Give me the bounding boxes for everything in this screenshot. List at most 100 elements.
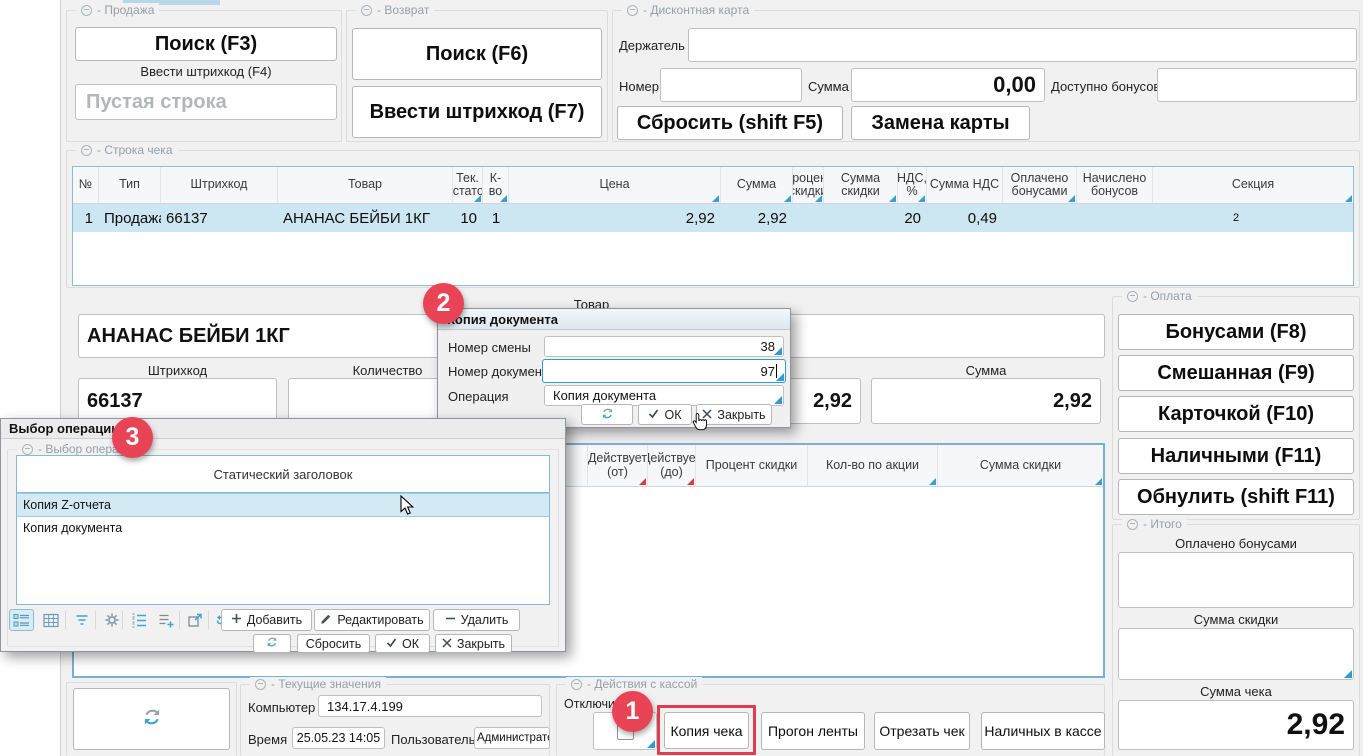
delete-button[interactable]: Удалить bbox=[433, 609, 520, 631]
card-amount-field[interactable]: 0,00 bbox=[851, 68, 1045, 102]
operation-label: Операция bbox=[448, 389, 509, 404]
col-header[interactable]: Штрихкод bbox=[161, 167, 278, 203]
group-cash-actions-title: Действия с кассой bbox=[566, 677, 702, 691]
col-header[interactable]: Оплачено бонусами bbox=[1003, 167, 1077, 203]
col-header[interactable]: Товар bbox=[278, 167, 453, 203]
group-total-title: Итого bbox=[1122, 517, 1187, 531]
card-replace-button[interactable]: Замена карты bbox=[851, 106, 1030, 140]
collapse-icon[interactable] bbox=[1127, 291, 1138, 302]
card-number-field[interactable] bbox=[660, 68, 802, 102]
pay-cash-button[interactable]: Наличными (F11) bbox=[1118, 438, 1354, 474]
minus-icon bbox=[445, 613, 456, 627]
step-badge-3: 3 bbox=[112, 417, 153, 458]
col-header[interactable]: Сумма bbox=[721, 167, 793, 203]
col-header[interactable]: Цена bbox=[509, 167, 721, 203]
col-header[interactable]: К-во bbox=[483, 167, 509, 203]
total-bonus-field[interactable] bbox=[1118, 552, 1354, 608]
dialog-close-button[interactable]: Закрыть bbox=[435, 634, 512, 653]
total-sum-field[interactable]: 2,92 bbox=[1118, 700, 1354, 750]
item-barcode-label: Штрихкод bbox=[78, 363, 277, 378]
col-header[interactable]: № bbox=[73, 167, 99, 203]
col-header[interactable]: Секция bbox=[1153, 167, 1353, 203]
settings-gear-icon[interactable] bbox=[99, 609, 124, 631]
toolbar-separator bbox=[95, 611, 96, 629]
close-icon bbox=[442, 637, 452, 651]
user-field[interactable]: Администратор bbox=[474, 727, 550, 749]
item-sum-field[interactable]: 2,92 bbox=[871, 378, 1101, 424]
dialog-ok-button[interactable]: ОК bbox=[375, 634, 430, 653]
open-external-icon[interactable] bbox=[182, 609, 207, 631]
item-sum-label: Сумма bbox=[871, 363, 1101, 378]
card-bonus-field[interactable] bbox=[1157, 68, 1357, 102]
col-header[interactable]: Действует (от) bbox=[588, 445, 648, 486]
dialog-select-operation-titlebar[interactable]: Выбор операции bbox=[1, 419, 565, 439]
collapse-icon[interactable] bbox=[81, 145, 92, 156]
dialog-ok-button[interactable]: ОК bbox=[638, 404, 692, 425]
operation-field[interactable]: Копия документа bbox=[544, 385, 784, 406]
dialog-refresh-button[interactable] bbox=[253, 634, 291, 653]
list-item-copy-z-report[interactable]: Копия Z-отчета bbox=[17, 493, 549, 517]
dialog-select-operation: Выбор операции Выбор операции Статически… bbox=[0, 418, 566, 652]
edit-button[interactable]: Редактировать bbox=[314, 609, 430, 631]
total-discount-field[interactable] bbox=[1118, 628, 1354, 680]
refund-search-button[interactable]: Поиск (F6) bbox=[352, 28, 602, 80]
col-header[interactable]: Действует (до) bbox=[648, 445, 696, 486]
col-header[interactable]: НДС, % bbox=[898, 167, 927, 203]
list-item-copy-document[interactable]: Копия документа bbox=[17, 517, 549, 539]
col-header[interactable]: Тип bbox=[99, 167, 161, 203]
collapse-icon[interactable] bbox=[255, 679, 266, 690]
operation-list-header[interactable]: Статический заголовок bbox=[17, 456, 549, 493]
refresh-button[interactable] bbox=[73, 688, 230, 750]
collapse-icon[interactable] bbox=[361, 5, 372, 16]
cash-in-drawer-button[interactable]: Наличных в кассе bbox=[981, 712, 1105, 750]
group-current-values-title: Текущие значения bbox=[250, 677, 386, 691]
collapse-icon[interactable] bbox=[627, 5, 638, 16]
total-discount-label: Сумма скидки bbox=[1118, 612, 1354, 627]
receipt-table: № Тип Штрихкод Товар Тек. остаток К-во Ц… bbox=[72, 166, 1354, 286]
collapse-icon[interactable] bbox=[81, 5, 92, 16]
feed-tape-button[interactable]: Прогон ленты bbox=[761, 712, 865, 750]
dialog-refresh-button[interactable] bbox=[581, 404, 633, 425]
receipt-table-row[interactable]: 1 Продажа 66137 АНАНАС БЕЙБИ 1КГ 10 1 2,… bbox=[73, 204, 1353, 232]
reset-button[interactable]: Сбросить bbox=[297, 634, 370, 653]
time-field[interactable]: 25.05.23 14:05 bbox=[292, 727, 385, 749]
sale-barcode-input[interactable] bbox=[75, 84, 337, 120]
toolbar-separator bbox=[65, 611, 66, 629]
total-sum-label: Сумма чека bbox=[1118, 684, 1354, 699]
toolbar-separator bbox=[208, 611, 209, 629]
col-header[interactable]: Сумма скидки bbox=[938, 445, 1103, 486]
pay-reset-button[interactable]: Обнулить (shift F11) bbox=[1118, 479, 1354, 515]
col-header[interactable]: Кол-во по акции bbox=[808, 445, 938, 486]
cut-receipt-button[interactable]: Отрезать чек bbox=[874, 712, 970, 750]
numbered-list-icon[interactable] bbox=[126, 609, 151, 631]
refresh-icon bbox=[142, 707, 162, 732]
col-header[interactable]: Процент скидки bbox=[793, 167, 824, 203]
col-header[interactable]: Тек. остаток bbox=[453, 167, 483, 203]
view-detail-list-icon[interactable] bbox=[9, 609, 34, 631]
collapse-icon[interactable] bbox=[571, 679, 582, 690]
col-header[interactable]: Сумма НДС bbox=[927, 167, 1003, 203]
pay-bonus-button[interactable]: Бонусами (F8) bbox=[1118, 314, 1354, 350]
document-number-label: Номер документа bbox=[448, 364, 555, 379]
col-header[interactable]: Процент скидки bbox=[696, 445, 808, 486]
document-number-field[interactable]: 97 bbox=[542, 359, 786, 383]
sale-search-button[interactable]: Поиск (F3) bbox=[75, 27, 337, 61]
view-grid-icon[interactable] bbox=[38, 609, 63, 631]
group-refund-title: Возврат bbox=[356, 3, 434, 17]
shift-number-field[interactable]: 38 bbox=[544, 336, 784, 357]
pay-card-button[interactable]: Карточкой (F10) bbox=[1118, 396, 1354, 432]
add-button[interactable]: Добавить bbox=[221, 609, 312, 631]
dialog-copy-document-titlebar[interactable]: Копия документа bbox=[438, 309, 790, 330]
col-header[interactable]: Сумма скидки bbox=[824, 167, 898, 203]
add-list-icon[interactable] bbox=[153, 609, 178, 631]
collapse-icon[interactable] bbox=[22, 444, 33, 455]
collapse-icon[interactable] bbox=[1127, 519, 1138, 530]
computer-field[interactable]: 134.17.4.199 bbox=[318, 695, 542, 717]
filter-icon[interactable] bbox=[69, 609, 94, 631]
sale-barcode-label: Ввести штрихкод (F4) bbox=[75, 64, 337, 79]
refund-barcode-button[interactable]: Ввести штрихкод (F7) bbox=[352, 86, 602, 138]
col-header[interactable]: Начислено бонусов bbox=[1077, 167, 1153, 203]
card-holder-field[interactable] bbox=[688, 28, 1357, 62]
pay-mixed-button[interactable]: Смешанная (F9) bbox=[1118, 355, 1354, 391]
card-reset-button[interactable]: Сбросить (shift F5) bbox=[617, 106, 843, 140]
